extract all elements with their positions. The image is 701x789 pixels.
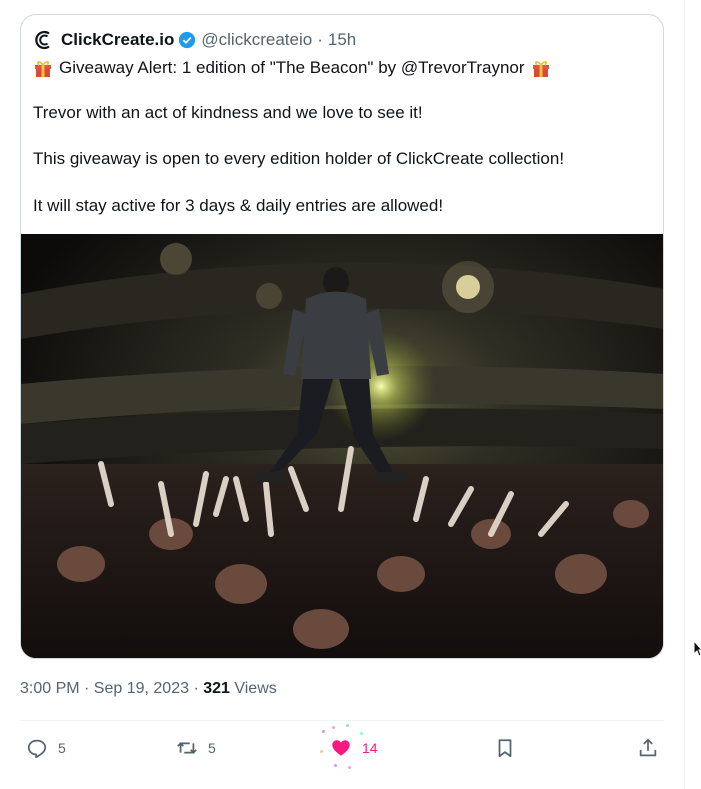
tweet-age[interactable]: 15h — [328, 30, 356, 50]
sparkle-dot — [360, 732, 363, 735]
gift-icon — [532, 61, 549, 77]
sparkle-dot — [320, 750, 323, 753]
tweet-header: ClickCreate.io @clickcreateio · 15h — [33, 27, 356, 53]
giveaway-text: Giveaway Alert: 1 edition of "The Beacon… — [59, 58, 525, 77]
share-icon — [639, 738, 657, 757]
handle[interactable]: @clickcreateio — [201, 30, 312, 50]
bookmark-button[interactable] — [494, 736, 516, 760]
sparkle-dot — [322, 730, 325, 733]
views-label: Views — [229, 680, 277, 697]
sparkle-dot — [334, 764, 337, 767]
concert-photo[interactable] — [21, 234, 664, 659]
reply-count: 5 — [58, 740, 66, 756]
like-button[interactable]: 14 — [320, 724, 378, 769]
tweet-text-line-3: This giveaway is open to every edition h… — [33, 149, 565, 168]
repost-icon — [177, 742, 197, 754]
right-divider — [684, 0, 685, 789]
reply-icon — [27, 739, 47, 759]
timestamp[interactable]: 3:00 PM · Sep 19, 2023 · — [20, 680, 203, 697]
repost-button[interactable]: 5 — [176, 736, 216, 760]
verified-badge-icon — [179, 31, 196, 49]
like-count: 14 — [362, 740, 378, 756]
display-name[interactable]: ClickCreate.io — [61, 30, 174, 50]
separator-dot: · — [317, 30, 323, 49]
repost-count: 5 — [208, 740, 216, 756]
mouse-cursor-icon — [693, 640, 701, 657]
views-count: 321 — [203, 680, 230, 697]
tweet-meta: 3:00 PM · Sep 19, 2023 · 321 Views — [20, 680, 277, 698]
sparkle-dot — [346, 724, 349, 727]
sparkle-dot — [348, 766, 351, 769]
tweet-text-line-1: Giveaway Alert: 1 edition of "The Beacon… — [33, 57, 551, 79]
bookmark-icon — [498, 739, 512, 758]
sparkle-dot — [332, 726, 335, 729]
heart-icon — [332, 740, 350, 756]
reply-button[interactable]: 5 — [26, 736, 66, 760]
tweet-card[interactable]: ClickCreate.io @clickcreateio · 15h Give… — [20, 14, 664, 659]
tweet-text-line-4: It will stay active for 3 days & daily e… — [33, 196, 444, 215]
share-button[interactable] — [637, 736, 659, 760]
tweet-text-line-2: Trevor with an act of kindness and we lo… — [33, 103, 423, 122]
brand-logo-icon — [35, 30, 50, 50]
gift-icon — [35, 61, 51, 77]
actions-divider — [20, 720, 664, 721]
